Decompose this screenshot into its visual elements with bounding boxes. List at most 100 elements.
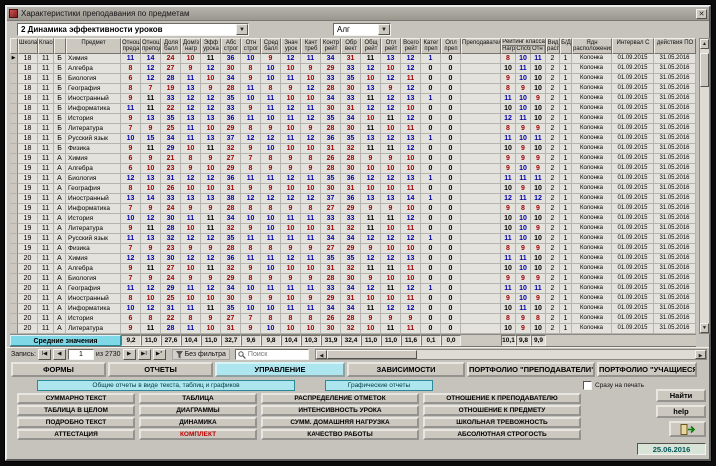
- cell[interactable]: 1: [560, 284, 572, 294]
- cell[interactable]: 27: [221, 154, 241, 164]
- cell-location[interactable]: Колонка: [572, 114, 612, 124]
- cell[interactable]: 10: [141, 184, 161, 194]
- cell[interactable]: 11: [121, 234, 141, 244]
- cell[interactable]: 12: [301, 134, 321, 144]
- cell[interactable]: 36: [341, 174, 361, 184]
- cell-teacher[interactable]: [461, 224, 501, 234]
- cell[interactable]: 10: [401, 274, 421, 284]
- cell[interactable]: 10: [281, 144, 301, 154]
- cell[interactable]: 12: [361, 104, 381, 114]
- cell[interactable]: 34: [321, 94, 341, 104]
- cell[interactable]: 13: [401, 174, 421, 184]
- cell[interactable]: 0: [441, 314, 461, 324]
- cell[interactable]: 13: [201, 114, 221, 124]
- report-button-col3-3[interactable]: КАЧЕСТВО РАБОТЫ: [261, 429, 419, 440]
- cell[interactable]: 2: [546, 244, 560, 254]
- cell[interactable]: 7: [141, 84, 161, 94]
- cell[interactable]: 12: [401, 284, 421, 294]
- cell[interactable]: 9: [181, 164, 201, 174]
- cell[interactable]: 12: [401, 54, 421, 64]
- cell[interactable]: 27: [321, 204, 341, 214]
- cell[interactable]: 11: [261, 104, 281, 114]
- cell-date-to[interactable]: 31.05.2016: [654, 124, 696, 134]
- cell[interactable]: 10: [301, 144, 321, 154]
- cell[interactable]: 0: [441, 74, 461, 84]
- cell[interactable]: 34: [341, 114, 361, 124]
- cell[interactable]: 11: [38, 234, 54, 244]
- cell[interactable]: 12: [501, 114, 516, 124]
- cell[interactable]: 9: [241, 264, 261, 274]
- cell[interactable]: 9: [361, 314, 381, 324]
- cell[interactable]: 18: [18, 84, 38, 94]
- cell[interactable]: 10: [301, 74, 321, 84]
- cell[interactable]: А: [54, 164, 66, 174]
- cell[interactable]: 10: [501, 324, 516, 334]
- cell-date-from[interactable]: 01.09.2015: [612, 154, 654, 164]
- cell[interactable]: 10: [301, 184, 321, 194]
- cell[interactable]: 0: [421, 64, 441, 74]
- cell[interactable]: 2: [546, 314, 560, 324]
- cell-date-from[interactable]: 01.09.2015: [612, 134, 654, 144]
- scrollbar-track[interactable]: [700, 49, 709, 323]
- cell[interactable]: 8: [241, 64, 261, 74]
- cell[interactable]: 19: [18, 204, 38, 214]
- cell[interactable]: 9: [401, 314, 421, 324]
- cell[interactable]: 9: [531, 94, 546, 104]
- record-number-input[interactable]: [68, 349, 94, 360]
- cell-subject[interactable]: Алгебра: [66, 264, 121, 274]
- cell[interactable]: 9: [281, 274, 301, 284]
- cell[interactable]: Б: [54, 84, 66, 94]
- cell[interactable]: 13: [181, 114, 201, 124]
- cell[interactable]: 10: [381, 274, 401, 284]
- cell[interactable]: 12: [401, 64, 421, 74]
- cell[interactable]: 0: [421, 184, 441, 194]
- cell[interactable]: 1: [560, 94, 572, 104]
- cell[interactable]: 26: [321, 314, 341, 324]
- cell-teacher[interactable]: [461, 244, 501, 254]
- cell-location[interactable]: Колонка: [572, 74, 612, 84]
- cell[interactable]: 29: [321, 294, 341, 304]
- cell[interactable]: 29: [221, 274, 241, 284]
- cell[interactable]: 8: [501, 314, 516, 324]
- cell[interactable]: 12: [401, 84, 421, 94]
- cell[interactable]: 30: [321, 104, 341, 114]
- cell-location[interactable]: Колонка: [572, 84, 612, 94]
- cell[interactable]: 2: [546, 134, 560, 144]
- report-button-col1-1[interactable]: ТАБЛИЦА В ЦЕЛОМ: [17, 405, 135, 416]
- cell[interactable]: 10: [381, 294, 401, 304]
- cell[interactable]: 12: [261, 134, 281, 144]
- col-header-class-rating[interactable]: Рейтинг класса НагрСпсбОтн: [501, 38, 546, 54]
- cell[interactable]: 10: [516, 284, 531, 294]
- cell[interactable]: 0: [441, 284, 461, 294]
- cell-subject[interactable]: Информатика: [66, 204, 121, 214]
- col-header[interactable]: Б/Д: [560, 38, 572, 54]
- cell[interactable]: 29: [341, 204, 361, 214]
- cell[interactable]: 11: [281, 234, 301, 244]
- cell[interactable]: 11: [201, 144, 221, 154]
- cell[interactable]: 11: [181, 74, 201, 84]
- scroll-down-icon[interactable]: ▼: [700, 323, 709, 333]
- cell[interactable]: 11: [381, 324, 401, 334]
- cell[interactable]: 10: [531, 144, 546, 154]
- col-header[interactable]: Отн строг: [241, 38, 261, 54]
- cell-teacher[interactable]: [461, 64, 501, 74]
- cell[interactable]: 10: [501, 64, 516, 74]
- report-button-col1-3[interactable]: АТТЕСТАЦИЯ: [17, 429, 135, 440]
- cell-date-to[interactable]: 31.05.2016: [654, 214, 696, 224]
- cell[interactable]: 11: [201, 304, 221, 314]
- cell-date-from[interactable]: 01.09.2015: [612, 264, 654, 274]
- cell-subject[interactable]: Биология: [66, 74, 121, 84]
- cell[interactable]: 11: [401, 264, 421, 274]
- cell-date-from[interactable]: 01.09.2015: [612, 104, 654, 114]
- cell[interactable]: 2: [546, 294, 560, 304]
- cell[interactable]: 12: [381, 74, 401, 84]
- cell[interactable]: 11: [201, 54, 221, 64]
- cell[interactable]: 36: [341, 194, 361, 204]
- cell[interactable]: 35: [341, 74, 361, 84]
- cell[interactable]: 10: [121, 304, 141, 314]
- cell[interactable]: 9: [181, 204, 201, 214]
- cell-subject[interactable]: Информатика: [66, 104, 121, 114]
- cell[interactable]: 8: [261, 84, 281, 94]
- cell[interactable]: 30: [321, 324, 341, 334]
- cell[interactable]: 31: [321, 264, 341, 274]
